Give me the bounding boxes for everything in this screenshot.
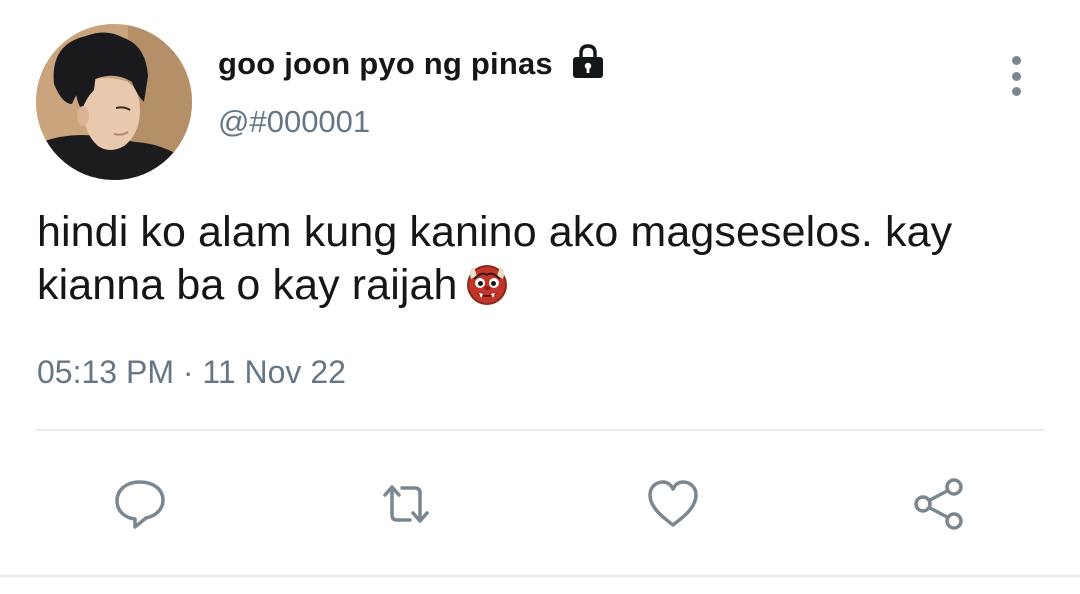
more-dot-icon — [1011, 87, 1021, 96]
display-name-row: goo joon pyo ng pinas — [218, 42, 607, 86]
heart-icon — [648, 480, 698, 527]
display-name[interactable]: goo joon pyo ng pinas — [218, 46, 553, 82]
share-button[interactable] — [907, 472, 971, 536]
tweet-text: hindi ko alam kung kanino ako magseselos… — [37, 206, 1047, 312]
more-options-button[interactable] — [998, 52, 1034, 100]
bottom-divider — [0, 575, 1080, 577]
retweet-button[interactable] — [374, 472, 438, 536]
divider — [36, 429, 1044, 431]
like-button[interactable] — [641, 472, 705, 536]
ogre-emoji-icon — [464, 261, 510, 307]
reply-icon — [115, 480, 165, 529]
retweet-icon — [383, 485, 429, 523]
share-icon — [914, 478, 963, 530]
user-handle[interactable]: @#000001 — [218, 104, 370, 140]
lock-icon — [569, 42, 607, 80]
tweet-timestamp[interactable]: 05:13 PM · 11 Nov 22 — [37, 354, 346, 391]
more-dot-icon — [1011, 71, 1021, 81]
avatar[interactable] — [36, 24, 192, 180]
avatar-photo — [36, 24, 192, 180]
more-dot-icon — [1011, 56, 1021, 65]
reply-button[interactable] — [108, 472, 172, 536]
